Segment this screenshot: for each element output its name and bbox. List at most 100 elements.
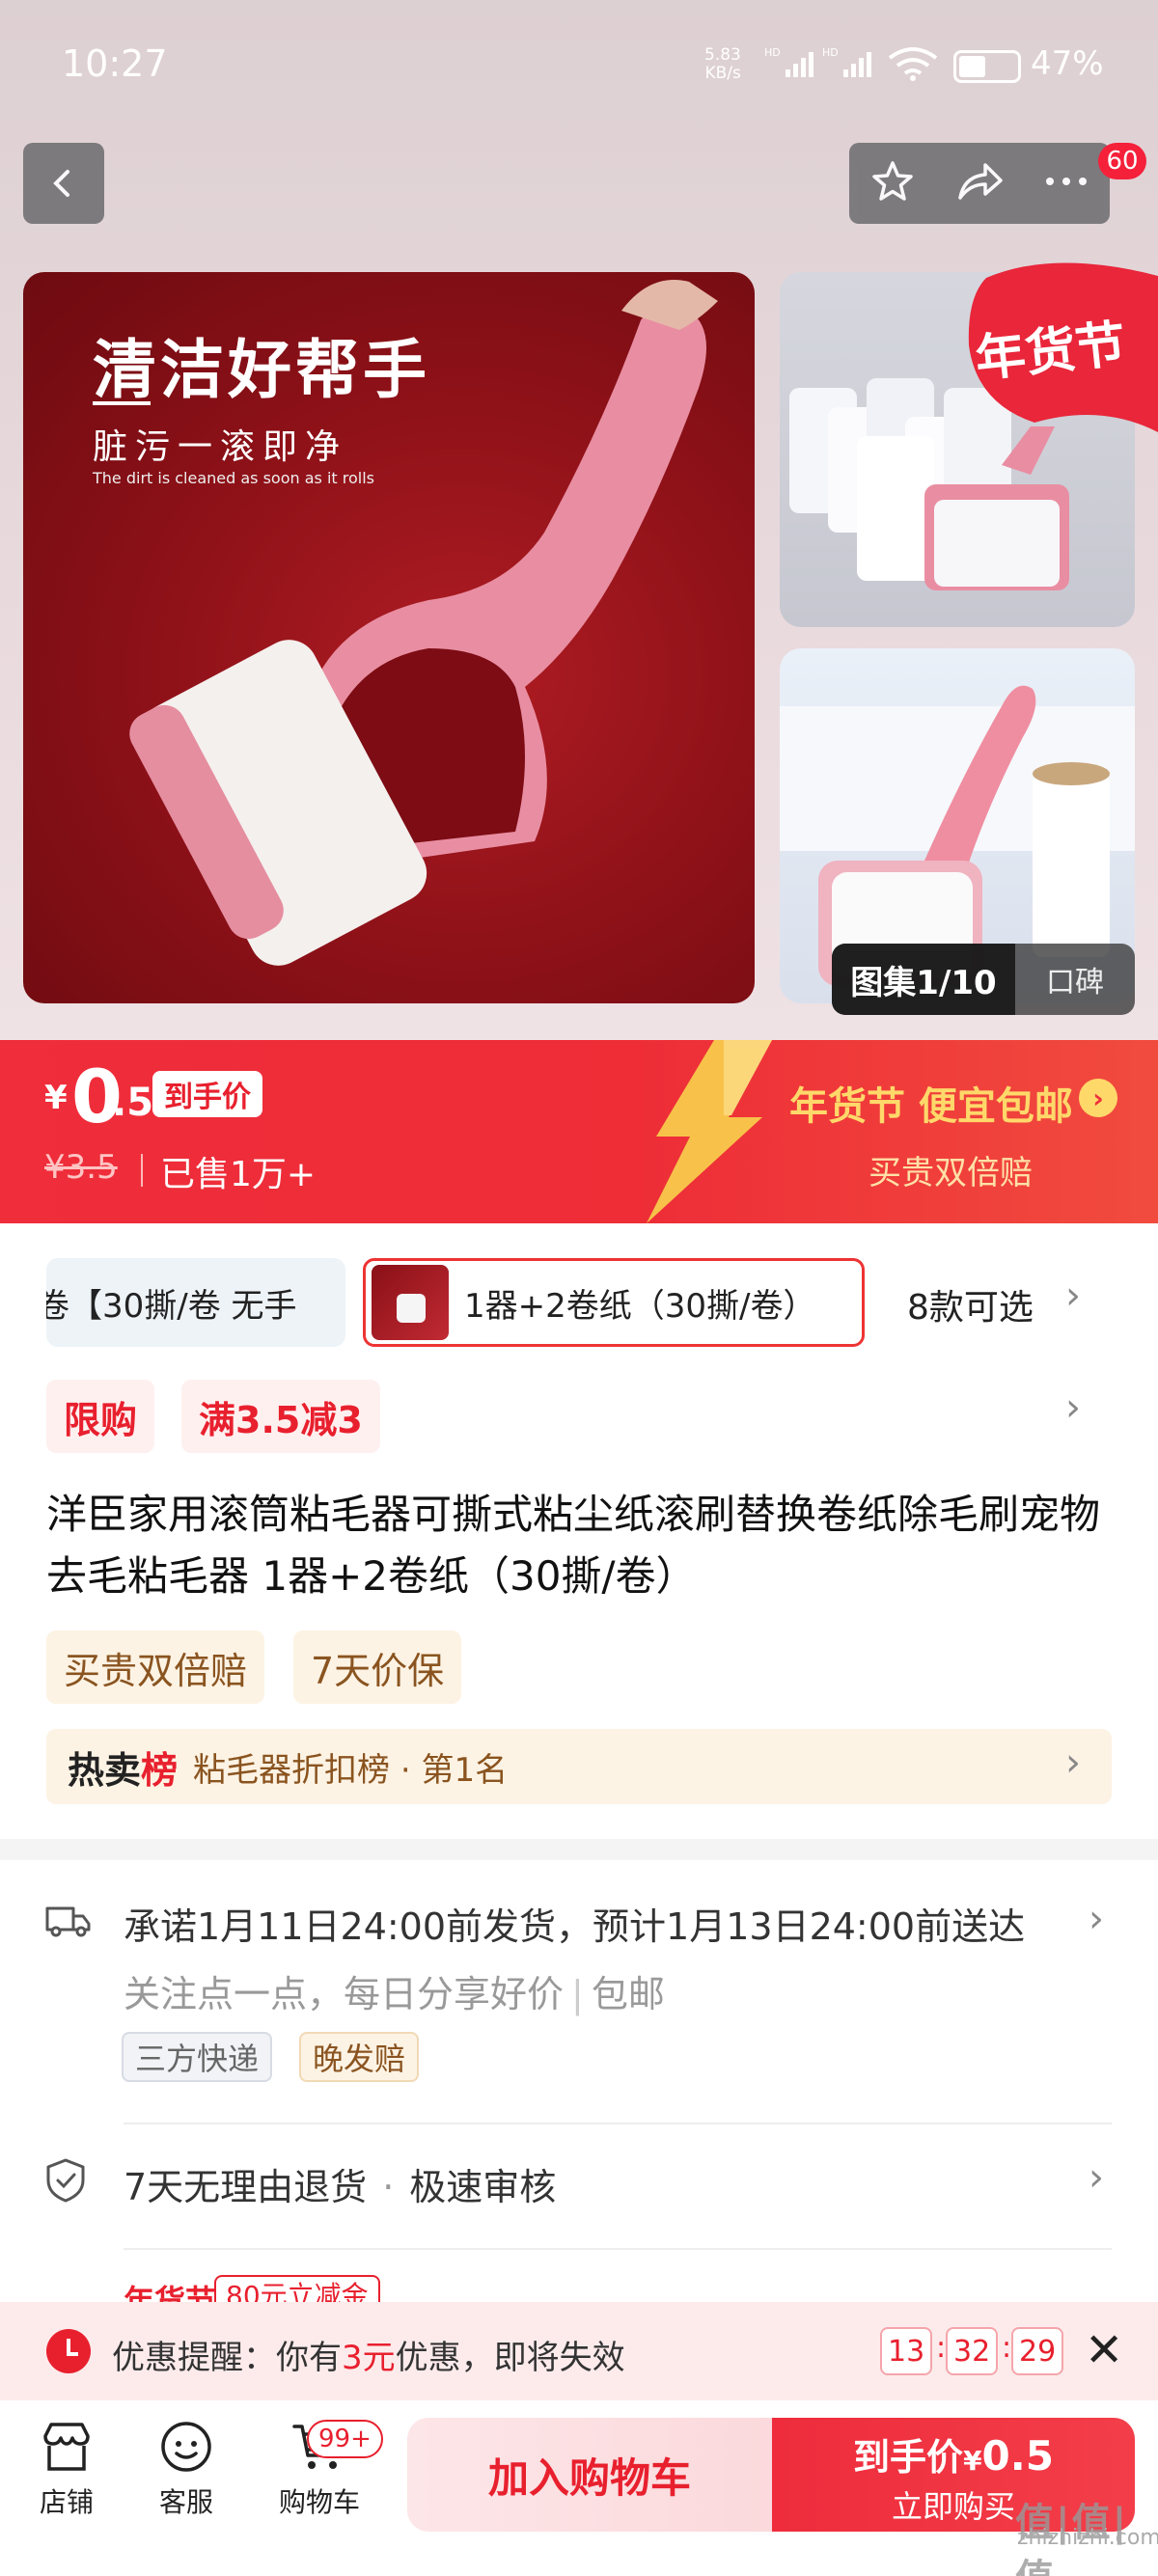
more-dots-icon — [1046, 178, 1088, 185]
watermark-site: zhizhizhi.com — [1017, 2526, 1158, 2550]
sku-more-count[interactable]: 8款可选 — [907, 1279, 1034, 1329]
battery-level — [959, 56, 985, 77]
truck-icon — [45, 1906, 91, 1937]
final-price-tag: 到手价 — [152, 1071, 262, 1117]
sku-thumbnail — [372, 1265, 449, 1340]
guarantee-tag-price-protect[interactable]: 7天价保 — [293, 1631, 462, 1704]
product-title: 洋臣家用滚筒粘毛器可撕式粘尘纸滚刷替换卷纸除毛刷宠物去毛粘毛器 1器+2卷纸（3… — [46, 1491, 1101, 1600]
coupon-reminder: 优惠提醒：你有3元优惠，即将失效 13 : 32 : 29 ✕ — [0, 2302, 1158, 2400]
main-product-image[interactable]: 清洁好帮手 脏污一滚即净 The dirt is cleaned as soon… — [23, 272, 755, 1003]
album-switch: 图集1/10 口碑 — [832, 944, 1135, 1015]
hot-rank-label-a: 热卖 — [68, 1748, 142, 1792]
countdown-hours: 13 — [880, 2327, 933, 2375]
shop-icon — [43, 2423, 90, 2471]
chevron-left-icon — [53, 170, 69, 197]
buy-price-currency: ¥ — [963, 2445, 982, 2477]
countdown-minutes: 32 — [946, 2327, 999, 2375]
row-divider — [124, 2248, 1112, 2250]
share-button[interactable] — [954, 157, 1005, 209]
double-compensation: 买贵双倍赔 — [868, 1154, 1033, 1192]
countdown-colon: : — [1002, 2331, 1012, 2365]
net-speed-unit: KB/s — [704, 64, 741, 83]
service-label: 客服 — [158, 2486, 213, 2518]
shop-button[interactable]: 店铺 — [14, 2418, 120, 2520]
promo-tag-limited: 限购 — [46, 1380, 155, 1453]
chevron-right-icon[interactable]: › — [1065, 1385, 1081, 1430]
chevron-right-icon[interactable]: › — [1065, 1274, 1081, 1318]
share-icon — [958, 163, 1003, 200]
chevron-right-icon[interactable]: › — [1089, 2155, 1104, 2200]
hot-rank-label: 热卖榜 — [68, 1740, 178, 1794]
price-decimal: .5 — [112, 1081, 154, 1125]
album-tab[interactable]: 图集1/10 — [832, 944, 1015, 1015]
shop-label: 店铺 — [39, 2486, 94, 2518]
festival-corner-badge: 年货节 — [967, 259, 1158, 442]
battery-percent: 47% — [1031, 44, 1104, 83]
price-banner: ¥ 0 .5 到手价 ¥3.5 已售1万+ 年货节 便宜包邮 › 买贵双倍赔 — [0, 1040, 1158, 1223]
return-policy[interactable]: 7天无理由退货 · 极速审核 — [124, 2157, 556, 2210]
shipping-promise: 承诺1月11日24:00前发货，预计1月13日24:00前送达 — [124, 1905, 1026, 1948]
sku-option-label: 卷【30撕/卷 无手 — [46, 1286, 297, 1326]
chevron-right-icon[interactable]: › — [1089, 1897, 1104, 1941]
courier-tag: 三方快递 — [122, 2032, 273, 2082]
cart-badge: 99+ — [307, 2420, 383, 2458]
row-divider — [124, 2123, 1112, 2124]
sku-option[interactable]: 卷【30撕/卷 无手 — [46, 1258, 345, 1347]
reminder-prefix: 优惠提醒：你有 — [112, 2339, 342, 2377]
return-policy-text: 7天无理由退货 — [124, 2166, 368, 2208]
svg-text:HD: HD — [822, 46, 839, 59]
hot-rank-label-b: 榜 — [141, 1748, 179, 1792]
net-speed: 5.83 KB/s — [704, 46, 741, 83]
svg-text:HD: HD — [764, 46, 781, 59]
dot-separator: · — [382, 2166, 395, 2208]
close-icon[interactable]: ✕ — [1085, 2323, 1123, 2377]
countdown-seconds: 29 — [1011, 2327, 1064, 2375]
clock-icon — [46, 2329, 91, 2373]
chat-face-icon — [161, 2422, 211, 2472]
signal-icon: HD — [764, 46, 822, 87]
guarantee-tag-double[interactable]: 买贵双倍赔 — [46, 1631, 265, 1704]
follow-text: 关注点一点，每日分享好价 — [124, 1973, 565, 2015]
sold-count: 已售1万+ — [160, 1155, 317, 1194]
battery-icon — [953, 50, 1021, 83]
original-price: ¥3.5 — [44, 1148, 118, 1187]
nav-actions — [849, 143, 1110, 224]
wifi-icon — [886, 46, 940, 89]
sku-option-selected-label: 1器+2卷纸（30撕/卷） — [464, 1286, 816, 1326]
more-button[interactable] — [1042, 172, 1090, 195]
reminder-text: 优惠提醒：你有3元优惠，即将失效 — [112, 2331, 625, 2378]
buy-price-line: 到手价¥0.5 — [772, 2427, 1135, 2480]
message-badge: 60 — [1098, 143, 1146, 179]
back-button[interactable] — [23, 143, 104, 224]
sku-selector: 卷【30撕/卷 无手 1器+2卷纸（30撕/卷） 8款可选 › — [0, 1223, 1158, 1372]
chevron-right-circle-icon[interactable]: › — [1079, 1079, 1117, 1117]
customer-service-button[interactable]: 客服 — [133, 2418, 239, 2520]
shipping-follow: 关注点一点，每日分享好价 | 包邮 — [124, 1964, 665, 2017]
chevron-right-icon[interactable]: › — [1065, 1740, 1081, 1785]
price-divider — [141, 1154, 143, 1187]
net-speed-value: 5.83 — [704, 45, 741, 65]
lint-roller-illustration — [129, 280, 718, 966]
signal-icon-2: HD — [822, 46, 880, 87]
separator: | — [571, 1973, 584, 2015]
promo-row[interactable]: 限购 满3.5减3 › — [0, 1372, 1158, 1478]
shield-check-icon — [46, 2158, 85, 2203]
price-currency: ¥ — [44, 1079, 68, 1117]
bottom-action-bar: 店铺 客服 购物车 99+ 加入购物车 到手价¥0.5 立即购买 值|值|值 z… — [0, 2400, 1158, 2576]
hot-rank-detail: 粘毛器折扣榜 · 第1名 — [193, 1750, 509, 1790]
return-policy-extra: 极速审核 — [409, 2166, 557, 2208]
reminder-suffix: 优惠，即将失效 — [395, 2339, 625, 2377]
status-bar: 10:27 5.83 KB/s HD HD 47% — [0, 0, 1158, 135]
star-icon — [871, 161, 913, 201]
cart-label: 购物车 — [278, 2486, 360, 2518]
buy-price-value: 0.5 — [981, 2432, 1054, 2480]
sku-option-selected[interactable]: 1器+2卷纸（30撕/卷） — [363, 1258, 865, 1347]
add-to-cart-button[interactable]: 加入购物车 — [407, 2418, 772, 2532]
hot-rank-bar[interactable]: 热卖榜 粘毛器折扣榜 · 第1名 › — [46, 1729, 1112, 1804]
festival-free-shipping[interactable]: 年货节 便宜包邮 — [789, 1075, 1073, 1131]
reviews-tab[interactable]: 口碑 — [1015, 958, 1135, 1000]
section-divider — [0, 1839, 1158, 1860]
favorite-button[interactable] — [868, 157, 917, 209]
promo-tag-discount: 满3.5减3 — [181, 1380, 380, 1453]
countdown-colon: : — [936, 2331, 947, 2365]
